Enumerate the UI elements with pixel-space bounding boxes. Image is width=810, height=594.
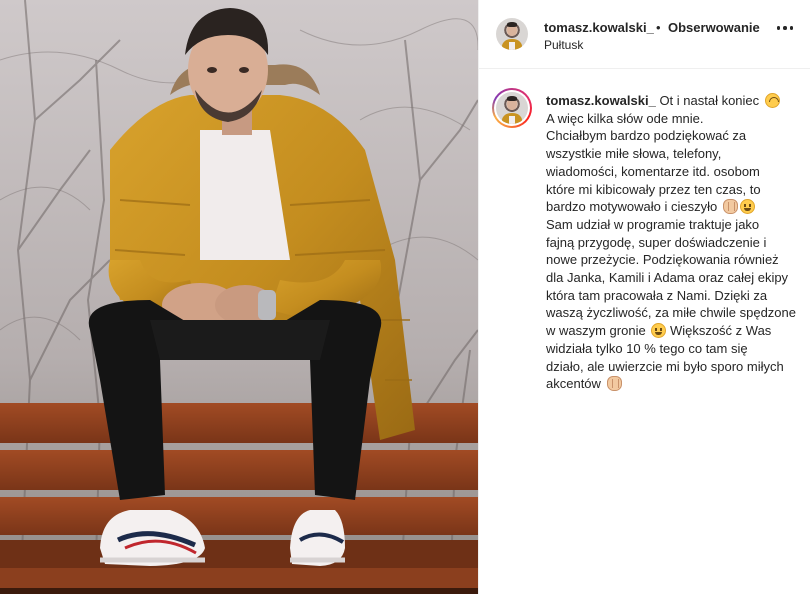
location-link[interactable]: Pułtusk [544,38,583,52]
slightly-smiling-face-icon [651,323,667,339]
post-header: tomasz.kowalski_ • Obserwowanie Pułtusk [479,0,810,69]
following-button[interactable]: Obserwowanie [668,20,760,35]
smiling-face-icon [739,199,755,215]
author-avatar[interactable] [496,18,528,50]
caption-line: bardzo motywowało i cieszyło [546,199,718,215]
caption-line: Ot i nastał koniec [655,93,760,108]
caption-line: w waszym gronie [546,323,646,339]
caption-line: wszystkie miłe słowa, telefony, [546,146,722,162]
clapping-hands-icon [722,199,738,215]
clapping-hands-icon [606,376,622,392]
caption-line: akcentów [546,376,601,392]
caption-line: widziała tylko 10 % tego co tam się [546,340,748,356]
post-photo [0,0,478,594]
caption-line: nowe przeżycie. Podziękowania również [546,252,779,268]
caption-line: waszą życzliwość, za miłe chwile spędzon… [546,305,796,321]
caption-line: Większość z Was [666,323,772,339]
caption-text: tomasz.kowalski_ Ot i nastał koniec A wi… [546,92,808,393]
post-side-panel: tomasz.kowalski_ • Obserwowanie Pułtusk … [478,0,810,594]
caption-line: działo, ale uwierzcie mi było sporo miły… [546,358,784,374]
caption-username[interactable]: tomasz.kowalski_ [546,93,656,108]
photo-illustration [0,0,478,594]
caption-avatar [496,92,528,124]
caption-line: dla Janka, Kamili i Adama oraz całej eki… [546,270,789,286]
caption-line: fajną przygodę, super doświadczenie i [546,234,767,250]
caption-line: Sam udział w programie traktuje jako [546,216,760,232]
caption-line: wiadomości, komentarze itd. osobom [546,163,760,179]
caption-line: która tam pracowała z Nami. Dzięki za [546,287,768,303]
caption-avatar-story-ring[interactable] [492,88,532,128]
header-separator: • [656,20,661,35]
caption-line: A więc kilka słów ode mnie. [546,110,704,126]
caption-line: Chciałbym bardzo podziękować za [546,128,747,144]
more-options-icon[interactable] [775,18,795,38]
upside-down-face-icon [764,93,780,108]
caption-line: które mi kibicowały przez ten czas, to [546,181,761,197]
author-username[interactable]: tomasz.kowalski_ [544,20,654,35]
